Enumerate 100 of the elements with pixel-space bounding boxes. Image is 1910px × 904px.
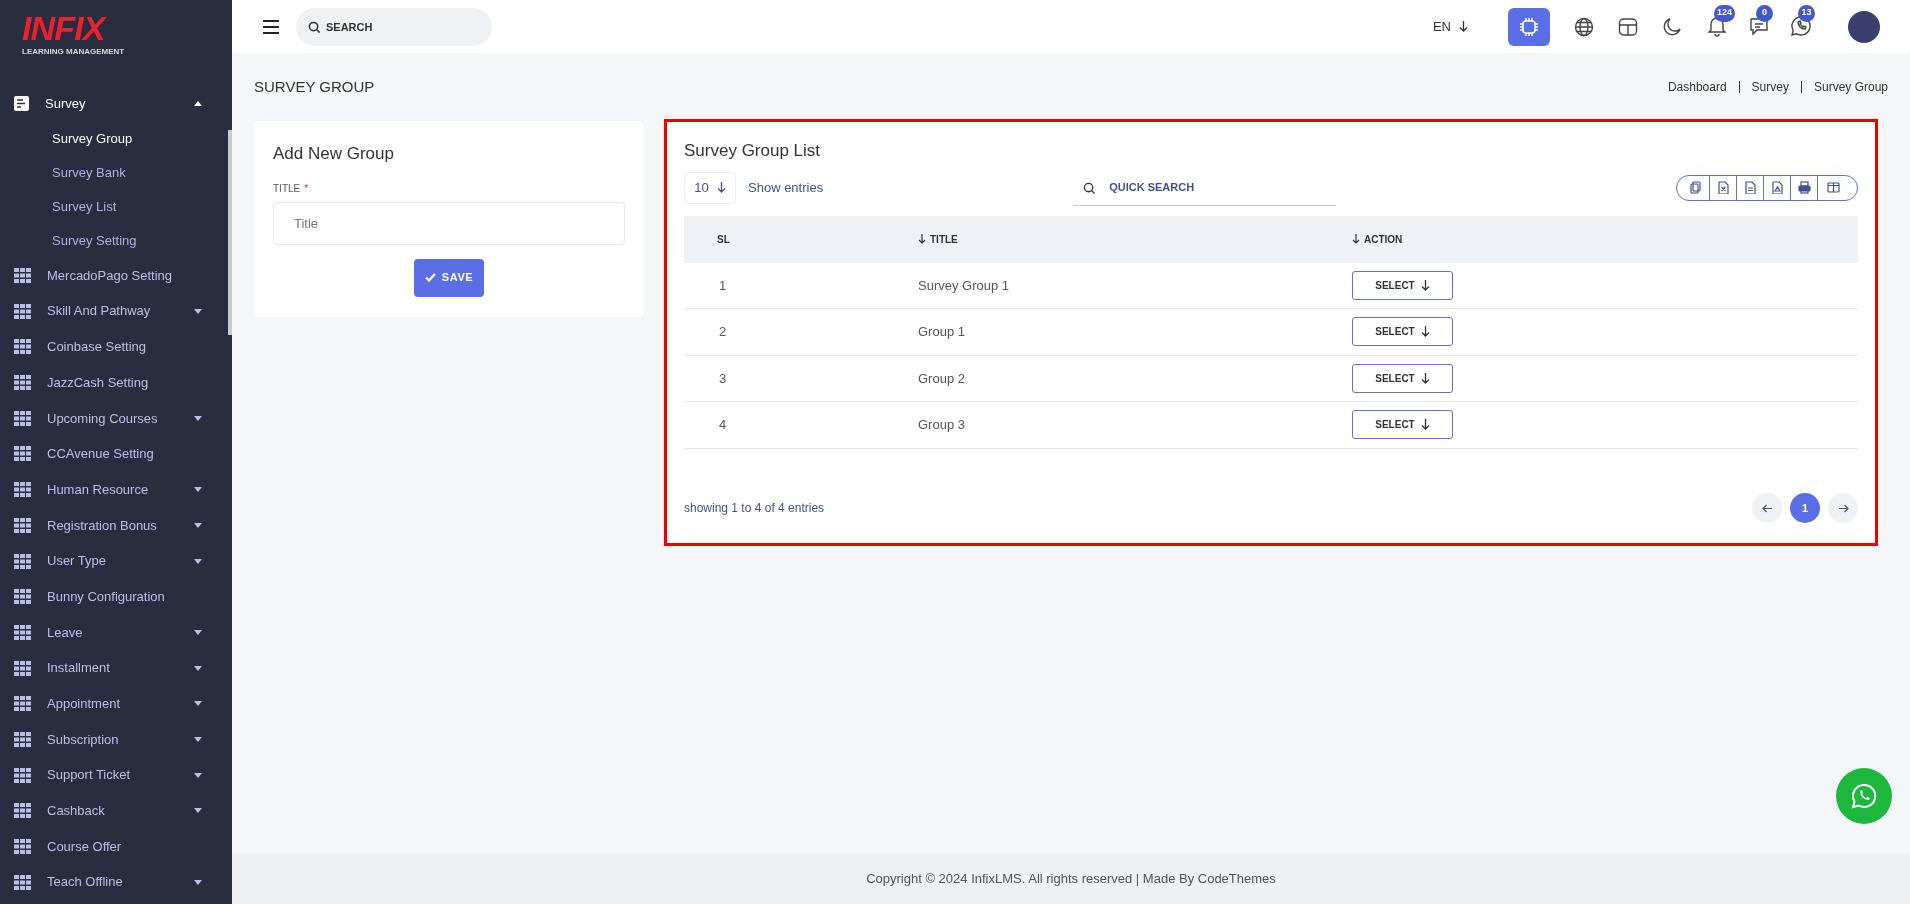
sidebar-item[interactable]: Subscription [0, 721, 232, 758]
copy-icon [1689, 181, 1703, 194]
grid-icon [14, 410, 31, 426]
arrow-down-icon [1420, 419, 1430, 431]
columns-icon [1827, 181, 1840, 194]
arrow-left-icon [1761, 503, 1773, 513]
column-header[interactable]: SL [684, 231, 918, 247]
select-button[interactable]: SELECT [1352, 363, 1453, 393]
grid-icon [14, 660, 31, 676]
save-button[interactable]: SAVE [413, 258, 485, 297]
grid-icon [14, 624, 31, 640]
quick-search-field[interactable]: QUICK SEARCH [1073, 169, 1337, 206]
sidebar-item[interactable]: User Type [0, 543, 232, 579]
sidebar-item[interactable]: Teach Offline [0, 864, 232, 901]
logo-tagline: LEARNING MANAGEMENT [22, 46, 126, 58]
grid-icon [14, 874, 31, 890]
layout-icon[interactable] [1618, 16, 1638, 37]
sidebar-item[interactable]: Appointment [0, 685, 232, 722]
page-button[interactable]: 1 [1790, 493, 1820, 523]
document-icon [14, 96, 29, 112]
grid-icon [14, 803, 31, 819]
submenu-item[interactable]: Survey Setting [0, 223, 232, 258]
search-icon [1083, 181, 1097, 195]
phone-chat-icon[interactable] [1790, 14, 1812, 37]
menu-icon[interactable] [262, 19, 280, 34]
sidebar-item[interactable]: Human Resource [0, 471, 232, 508]
arrow-right-icon [1837, 503, 1849, 513]
sidebar-item[interactable]: MercadoPago Setting [0, 257, 232, 294]
submenu-item[interactable]: Survey List [0, 189, 232, 224]
arrow-down-icon [1459, 21, 1468, 32]
breadcrumb-link[interactable]: Dashboard [1667, 78, 1727, 96]
sidebar-item[interactable]: Upcoming Courses [0, 400, 232, 437]
column-header[interactable]: TITLE [918, 231, 1352, 247]
grid-icon [14, 767, 31, 783]
required-mark: * [304, 181, 309, 196]
select-button[interactable]: SELECT [1352, 410, 1453, 440]
show-entries-label: Show entries [748, 178, 824, 197]
sidebar-item[interactable]: Bunny Configuration [0, 578, 232, 615]
count-badge: 13 [1798, 4, 1815, 22]
logo: INFIX [22, 10, 108, 46]
phone-icon [1850, 782, 1878, 810]
card-title: Survey Group List [684, 140, 822, 162]
title-field[interactable]: Title [273, 201, 625, 245]
printer-icon [1797, 181, 1811, 194]
language-selector[interactable]: EN [1432, 16, 1468, 37]
moon-icon[interactable] [1662, 16, 1682, 37]
avatar[interactable] [1848, 10, 1880, 43]
grid-icon [14, 553, 31, 569]
submenu-item[interactable]: Survey Group [0, 121, 232, 156]
submenu-item[interactable]: Survey Bank [0, 155, 232, 190]
table-cell-text: 2 [718, 323, 728, 341]
grid-icon [14, 446, 31, 462]
globe-icon[interactable] [1574, 16, 1594, 37]
pdf-file-icon [1770, 181, 1784, 194]
grid-icon [14, 482, 31, 498]
arrow-down-icon [716, 182, 726, 193]
grid-icon [14, 375, 31, 391]
page-size-select[interactable]: 10 [684, 171, 736, 204]
check-icon [424, 273, 436, 282]
scrollbar-thumb[interactable] [228, 130, 232, 335]
table-cell-text: Group 1 [918, 323, 966, 341]
grid-icon [14, 696, 31, 712]
search-field[interactable]: SEARCH [296, 7, 492, 46]
next-page-button[interactable] [1828, 493, 1858, 523]
sidebar-item[interactable]: Cashback [0, 793, 232, 829]
sort-arrow-icon [918, 234, 926, 244]
sidebar-item[interactable]: CCAvenue Setting [0, 436, 232, 472]
sidebar-item[interactable]: JazzCash Setting [0, 364, 232, 401]
ai-button[interactable] [1508, 7, 1550, 46]
grid-icon [14, 731, 31, 747]
table-cell-text: 1 [718, 276, 728, 295]
column-label: ACTION [1364, 232, 1403, 247]
column-label: TITLE [930, 232, 958, 247]
grid-icon [14, 268, 31, 284]
sidebar-item[interactable]: Survey [0, 86, 232, 122]
grid-icon [14, 303, 31, 319]
sidebar-item[interactable]: Installment [0, 650, 232, 686]
sidebar-item[interactable]: Leave [0, 614, 232, 651]
column-label: SL [717, 232, 730, 247]
field-label: TITLE [273, 181, 301, 196]
column-header[interactable]: ACTION [1352, 231, 1858, 247]
entries-summary: showing 1 to 4 of 4 entries [684, 500, 825, 517]
table-cell-text: Survey Group 1 [918, 276, 1011, 295]
select-button[interactable]: SELECT [1352, 317, 1453, 347]
breadcrumb-link[interactable]: Survey Group [1813, 78, 1888, 96]
sidebar-item[interactable]: Skill And Pathway [0, 293, 232, 330]
sidebar-item[interactable]: Registration Bonus [0, 507, 232, 544]
arrow-down-icon [1420, 279, 1430, 291]
select-button[interactable]: SELECT [1352, 270, 1453, 300]
previous-page-button[interactable] [1752, 493, 1782, 523]
sidebar-item[interactable]: Support Ticket [0, 757, 232, 793]
arrow-down-icon [1420, 372, 1430, 384]
grid-icon [14, 839, 31, 855]
whatsapp-button[interactable] [1836, 768, 1892, 824]
table-cell-text: Group 2 [918, 369, 966, 388]
breadcrumb-link[interactable]: Survey [1751, 78, 1789, 96]
sidebar-item[interactable]: Coinbase Setting [0, 329, 232, 365]
document-file-icon [1743, 181, 1757, 194]
spreadsheet-file-icon [1716, 181, 1730, 194]
sidebar-item[interactable]: Course Offer [0, 828, 232, 865]
